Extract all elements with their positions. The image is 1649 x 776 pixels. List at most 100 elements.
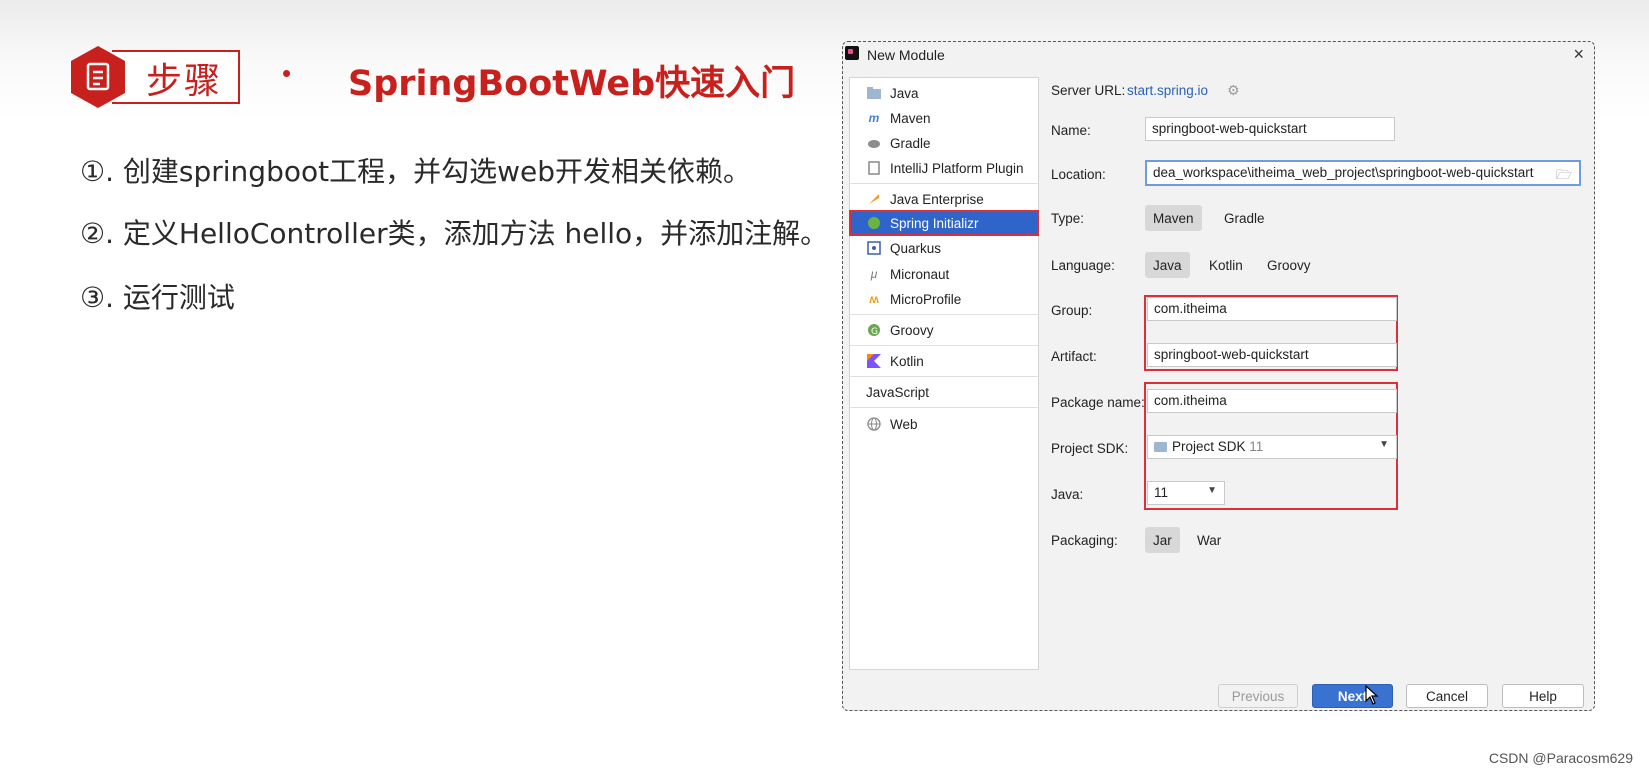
next-button[interactable]: Next xyxy=(1312,684,1393,708)
server-url-label: Server URL: xyxy=(1051,83,1126,98)
location-field[interactable]: dea_workspace\itheima_web_project\spring… xyxy=(1145,160,1581,186)
generator-list: Java m Maven Gradle IntelliJ Platform Pl… xyxy=(849,77,1039,670)
artifact-field[interactable]: springboot-web-quickstart xyxy=(1147,343,1397,367)
cancel-button[interactable]: Cancel xyxy=(1406,684,1488,708)
sdk-folder-icon xyxy=(1154,442,1167,452)
sidebar-item-label: Maven xyxy=(890,110,931,126)
sidebar-item-gradle[interactable]: Gradle xyxy=(850,131,1038,155)
sidebar-item-label: Java xyxy=(890,85,919,101)
groovy-icon: G xyxy=(866,322,882,338)
java-label: Java: xyxy=(1051,487,1084,502)
sidebar-item-java-enterprise[interactable]: Java Enterprise xyxy=(850,187,1038,211)
chevron-down-icon: ▼ xyxy=(1207,485,1217,496)
sidebar-item-label: Java Enterprise xyxy=(890,191,984,207)
dialog-titlebar: New Module × xyxy=(843,42,1594,72)
sidebar-divider xyxy=(850,314,1038,315)
sidebar-item-java[interactable]: Java xyxy=(850,81,1038,105)
step-2-text: ②. 定义HelloController类，添加方法 hello，并添加注解。 xyxy=(80,217,829,250)
sdk-version: 11 xyxy=(1249,439,1264,454)
sidebar-item-label: Kotlin xyxy=(890,353,924,369)
step-3-text: ③. 运行测试 xyxy=(80,281,235,314)
previous-button[interactable]: Previous xyxy=(1218,684,1298,708)
spring-initializr-form: Server URL: start.spring.io ⚙ Name: spri… xyxy=(1051,77,1586,637)
maven-icon: m xyxy=(868,111,880,125)
sidebar-item-intellij-plugin[interactable]: IntelliJ Platform Plugin xyxy=(850,156,1038,180)
name-field[interactable]: springboot-web-quickstart xyxy=(1145,117,1395,141)
sidebar-item-javascript[interactable]: JavaScript xyxy=(850,380,1038,404)
sidebar-item-label: MicroProfile xyxy=(890,291,962,307)
kotlin-icon xyxy=(866,353,882,369)
microprofile-icon: ʍ xyxy=(869,292,879,306)
project-sdk-label: Project SDK: xyxy=(1051,441,1129,456)
location-label: Location: xyxy=(1051,167,1106,182)
globe-icon xyxy=(866,416,882,432)
sidebar-item-label: Groovy xyxy=(890,322,934,338)
packaging-label: Packaging: xyxy=(1051,533,1118,548)
sidebar-item-label: Spring Initializr xyxy=(890,215,979,231)
sidebar-item-label: IntelliJ Platform Plugin xyxy=(890,160,1024,176)
sidebar-item-groovy[interactable]: G Groovy xyxy=(850,318,1038,342)
language-label: Language: xyxy=(1051,258,1115,273)
sidebar-item-web[interactable]: Web xyxy=(850,412,1038,436)
title-bullet: • xyxy=(282,58,292,88)
java-version-value: 11 xyxy=(1154,485,1169,500)
group-field[interactable]: com.itheima xyxy=(1147,297,1397,321)
language-option-java[interactable]: Java xyxy=(1145,252,1190,278)
sidebar-item-maven[interactable]: m Maven xyxy=(850,106,1038,130)
new-module-dialog: New Module × Java m Maven Gradle Intelli… xyxy=(842,41,1595,711)
sidebar-divider xyxy=(850,376,1038,377)
gradle-icon xyxy=(866,135,882,151)
badge-label: 步骤 xyxy=(146,61,223,102)
type-option-gradle[interactable]: Gradle xyxy=(1216,205,1273,231)
package-name-label: Package name: xyxy=(1051,395,1145,410)
package-name-field[interactable]: com.itheima xyxy=(1147,389,1397,413)
sidebar-divider xyxy=(850,183,1038,184)
artifact-label: Artifact: xyxy=(1051,349,1097,364)
quarkus-icon xyxy=(866,240,882,256)
sidebar-item-label: Web xyxy=(890,416,918,432)
type-option-maven[interactable]: Maven xyxy=(1145,205,1202,231)
sidebar-item-kotlin[interactable]: Kotlin xyxy=(850,349,1038,373)
sidebar-item-microprofile[interactable]: ʍ MicroProfile xyxy=(850,287,1038,311)
svg-text:G: G xyxy=(871,327,878,337)
project-sdk-dropdown[interactable]: Project SDK 11 ▼ xyxy=(1147,435,1397,459)
sidebar-item-label: JavaScript xyxy=(866,384,930,400)
sidebar-item-label: Micronaut xyxy=(890,266,950,282)
spring-icon xyxy=(866,215,882,231)
sidebar-item-label: Quarkus xyxy=(890,240,942,256)
sidebar-item-spring-initializr[interactable]: Spring Initializr xyxy=(849,210,1039,236)
mouse-pointer-icon xyxy=(1365,685,1379,705)
sidebar-divider xyxy=(850,407,1038,408)
dialog-title: New Module xyxy=(867,47,945,63)
step-badge: 步骤 xyxy=(68,44,244,110)
java-enterprise-icon xyxy=(866,191,882,207)
java-version-dropdown[interactable]: 11 ▼ xyxy=(1147,481,1225,505)
language-option-kotlin[interactable]: Kotlin xyxy=(1201,252,1251,278)
folder-icon xyxy=(866,85,882,101)
sidebar-item-label: Gradle xyxy=(890,135,931,151)
packaging-option-war[interactable]: War xyxy=(1189,527,1229,553)
sidebar-item-micronaut[interactable]: μ Micronaut xyxy=(850,262,1038,286)
sidebar-item-quarkus[interactable]: Quarkus xyxy=(850,236,1038,260)
sdk-name: Project SDK xyxy=(1172,439,1246,454)
close-icon[interactable]: × xyxy=(1573,44,1584,65)
group-label: Group: xyxy=(1051,303,1093,318)
server-url-link[interactable]: start.spring.io xyxy=(1127,83,1208,98)
type-label: Type: xyxy=(1051,211,1085,226)
name-label: Name: xyxy=(1051,123,1091,138)
location-value: dea_workspace\itheima_web_project\spring… xyxy=(1153,165,1534,180)
slide-title: SpringBootWeb快速入门 xyxy=(348,64,796,104)
intellij-icon xyxy=(845,46,859,60)
gear-icon[interactable]: ⚙ xyxy=(1227,82,1240,99)
chevron-down-icon: ▼ xyxy=(1379,439,1389,450)
language-option-groovy[interactable]: Groovy xyxy=(1259,252,1319,278)
help-button[interactable]: Help xyxy=(1502,684,1584,708)
step-1-text: ①. 创建springboot工程，并勾选web开发相关依赖。 xyxy=(80,155,751,188)
browse-folder-icon[interactable]: 🗁 xyxy=(1556,166,1572,188)
sidebar-divider xyxy=(850,345,1038,346)
micronaut-icon: μ xyxy=(870,267,878,281)
watermark: CSDN @Paracosm629 xyxy=(1488,750,1633,766)
packaging-option-jar[interactable]: Jar xyxy=(1145,527,1180,553)
document-icon xyxy=(71,46,125,108)
plugin-icon xyxy=(866,160,882,176)
